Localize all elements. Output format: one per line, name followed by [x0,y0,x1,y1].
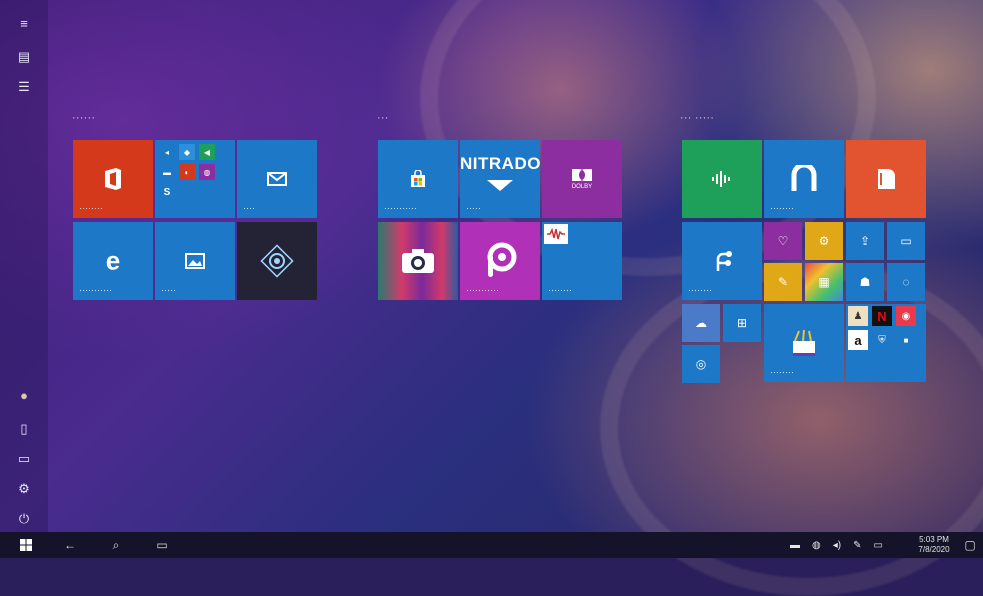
store-tile[interactable]: ··········· [378,140,458,218]
edit-app-tile[interactable]: ✎ [764,263,802,301]
book-icon [876,168,896,190]
settings-app-tile[interactable]: ⚙ [805,222,843,260]
clock-date: 7/8/2020 [918,545,950,554]
edge-icon: e [105,245,121,276]
mail-tile[interactable]: ···· [237,140,317,218]
audio-wave-icon [544,224,568,244]
action-center-icon[interactable]: ▢ [960,532,980,558]
office-icon [102,167,124,191]
photos-tile[interactable]: ····· [155,222,235,300]
chat-app-tile[interactable]: ◌ [887,263,925,301]
volume-icon[interactable]: ◂) [833,540,841,551]
office-tile[interactable]: ········ [73,140,153,218]
netflix-icon: N [872,306,892,326]
dolby-text: DOLBY [571,184,593,190]
search-icon[interactable]: ⌕ [102,532,130,558]
camera-tile[interactable] [378,222,458,300]
screen-app-tile[interactable]: ▭ [887,222,925,260]
task-view-icon[interactable]: ▭ [148,532,176,558]
settings-icon[interactable]: ⚙ [15,480,33,498]
keyboard-icon[interactable]: ▭ [873,540,882,551]
people-app-tile[interactable]: ☗ [846,263,884,301]
amazon-icon: a [848,330,868,350]
edge-tile[interactable]: e ··········· [73,222,153,300]
share-nodes-icon [710,249,734,273]
reader-tile[interactable] [846,140,926,218]
picsart-tile[interactable]: ··········· [460,222,540,300]
onenote-style-tile-label: ········ [770,203,794,213]
group-label-2[interactable]: ··· [377,112,389,124]
share-app-tile[interactable]: ········ [682,222,762,300]
app-folder-tile[interactable]: ◂ ◆ ◀ ▬ ◐ ◍ S [155,140,235,218]
power-icon[interactable]: ⏻ [15,510,33,528]
group-label-3[interactable]: ··· ····· [680,112,714,124]
system-tray: ▬ ◍ ◂) ✎ ▭ [790,532,895,558]
aperture-app-tile[interactable] [237,222,317,300]
folder-app-icon: ◐ [179,164,195,180]
heart-app-tile[interactable]: ♡ [764,222,802,260]
audio-app-tile[interactable]: ········ [542,222,622,300]
skype-icon: S [159,184,175,200]
battery-icon[interactable]: ▬ [790,540,800,551]
clock[interactable]: 5:03 PM 7/8/2020 [912,535,956,555]
share-app-tile-label: ········ [688,285,712,295]
store-bag-icon [409,170,427,188]
audio-bars-icon [711,170,733,188]
camera-icon [401,248,435,274]
taskbar: ← ⌕ ▭ ▬ ◍ ◂) ✎ ▭ 5:03 PM 7/8/2020 ▢ [0,532,983,558]
photos-icon [185,253,205,269]
video-app-icon: ◉ [896,306,916,326]
paint-app-tile[interactable]: ········ [764,304,844,382]
folder-app-icon: ▬ [159,164,175,180]
fingerprint-app-tile[interactable]: ◎ [682,345,720,383]
aperture-icon [259,243,295,279]
pictures-icon[interactable]: ▭ [15,450,33,468]
nitrado-arrow-icon [487,180,513,191]
pen-icon[interactable]: ✎ [853,540,861,551]
voice-recorder-tile[interactable] [682,140,762,218]
clock-time: 5:03 PM [919,535,949,544]
upload-app-tile[interactable]: ⇪ [846,222,884,260]
list-view-icon[interactable]: ☰ [15,78,33,96]
small-app-icon: ■ [896,330,916,350]
onenote-style-tile[interactable]: ········ [764,140,844,218]
folder-app-icon: ◆ [179,144,195,160]
game-app-icon: ♟ [848,306,868,326]
group-label-1[interactable]: ······ [72,112,95,124]
edge-tile-label: ··········· [79,285,112,295]
picsart-tile-label: ··········· [466,285,499,295]
nitrado-tile-label: ····· [466,203,481,213]
store-tile-label: ··········· [384,203,417,213]
audio-app-tile-label: ········ [548,285,572,295]
paint-bucket-icon [789,329,819,357]
user-avatar-icon[interactable]: ● [15,386,33,404]
folder-app-icon: ◂ [159,144,175,160]
folder-app-icon: ◀ [199,144,215,160]
shield-app-icon: ⛨ [872,330,892,350]
windows-logo-icon [20,539,32,551]
start-button[interactable] [12,532,40,558]
nitrado-text: NITRADO [460,154,540,173]
all-apps-icon[interactable]: ▤ [15,48,33,66]
windows-tool-tile[interactable]: ⊞ [723,304,761,342]
dolby-tile[interactable]: DOLBY [542,140,622,218]
documents-icon[interactable]: ▯ [15,420,33,438]
folder-app-icon: ◍ [199,164,215,180]
mail-tile-label: ···· [243,203,255,213]
nitrado-tile[interactable]: NITRADO ····· [460,140,540,218]
back-arrow-icon[interactable]: ← [56,532,84,558]
cloud-app-tile[interactable]: ☁ [682,304,720,342]
network-icon[interactable]: ◍ [812,540,821,551]
mail-icon [267,172,287,186]
paint-app-tile-label: ········ [770,367,794,377]
n-logo-icon [790,165,818,193]
photos-tile-label: ····· [161,285,176,295]
office-tile-label: ········ [79,203,103,213]
dolby-logo-icon: DOLBY [571,168,593,190]
start-left-rail: ≡ ▤ ☰ ● ▯ ▭ ⚙ ⏻ [0,0,48,532]
colorful-app-tile[interactable]: ▦ [805,263,843,301]
hamburger-menu-icon[interactable]: ≡ [15,14,33,32]
apps-bundle-tile[interactable]: ♟ N ◉ a ⛨ ■ [846,304,926,382]
picsart-icon [483,242,517,280]
